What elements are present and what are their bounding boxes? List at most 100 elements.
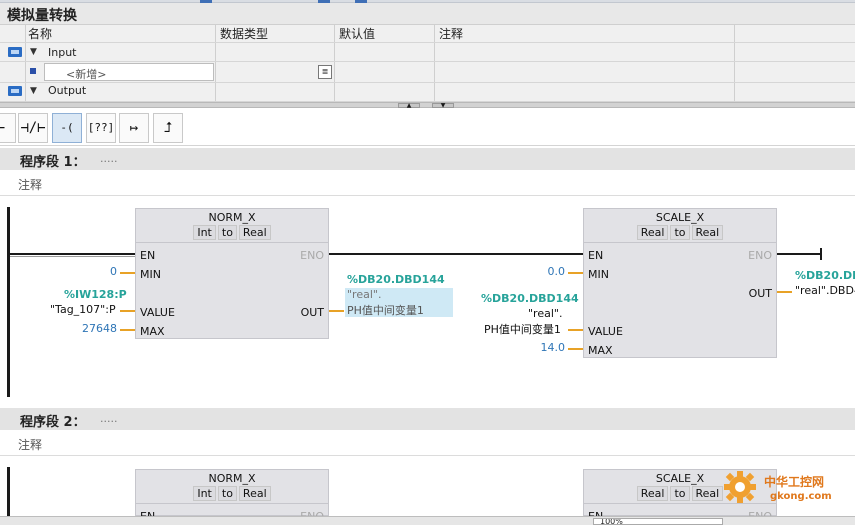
pin-stub bbox=[120, 272, 135, 274]
scale-x-pin-en: EN bbox=[588, 249, 604, 262]
norm-x-out-operand[interactable]: "real". PH值中间变量1 bbox=[345, 288, 453, 317]
scale-x-out-address[interactable]: %DB20.DB bbox=[795, 269, 855, 282]
norm-x-value-tag[interactable]: "Tag_107":P bbox=[50, 303, 116, 316]
norm-x-type-row: Int to Real bbox=[136, 225, 328, 240]
network-2-comment-text: 注释 bbox=[18, 438, 43, 452]
scale-x-title: SCALE_X bbox=[655, 211, 705, 224]
collapse-arrow-icon[interactable]: ▼ bbox=[30, 47, 37, 57]
pin-stub bbox=[120, 310, 135, 312]
block-title: 模拟量转换 bbox=[7, 8, 77, 24]
norm-x-2-to: to bbox=[217, 486, 237, 501]
norm-x-out-tag-2: PH值中间变量1 bbox=[347, 304, 424, 317]
pin-stub bbox=[120, 329, 135, 331]
scale-x-value-tag-2[interactable]: PH值中间变量1 bbox=[484, 321, 561, 337]
row-bullet-icon bbox=[30, 68, 36, 74]
col-divider bbox=[25, 25, 26, 102]
collapse-arrow-icon[interactable]: ▼ bbox=[30, 86, 37, 96]
editor-horizontal-scrollbar[interactable] bbox=[0, 516, 855, 525]
network-2-title: 程序段 2： bbox=[20, 415, 86, 430]
norm-x-2-type-to[interactable]: Real bbox=[238, 486, 271, 501]
empty-box-icon[interactable]: [??] bbox=[86, 113, 116, 143]
coil-icon[interactable]: -( )- bbox=[52, 113, 82, 162]
norm-x-2-title: NORM_X bbox=[208, 472, 256, 485]
contact-no-icon[interactable]: ⊢ bbox=[0, 113, 16, 143]
norm-x-max-value[interactable]: 27648 bbox=[55, 322, 117, 335]
col-divider bbox=[215, 25, 216, 102]
norm-x-2-type-row: Int to Real bbox=[136, 486, 328, 501]
norm-x-out-address[interactable]: %DB20.DBD144 bbox=[347, 273, 445, 286]
pin-stub bbox=[777, 291, 792, 293]
scale-x-max-value[interactable]: 14.0 bbox=[520, 341, 566, 354]
scale-x-type-to[interactable]: Real bbox=[691, 225, 724, 240]
scale-x-out-tag[interactable]: "real".DBD4 bbox=[795, 284, 855, 297]
col-header-default[interactable]: 默认值 bbox=[339, 25, 375, 42]
pin-stub bbox=[329, 310, 344, 312]
new-entry-placeholder: <新增> bbox=[66, 68, 107, 81]
row-divider bbox=[0, 61, 855, 62]
rung-wire bbox=[776, 253, 822, 255]
scale-x-box[interactable]: SCALE_X Real to Real EN ENO MIN OUT VALUE … bbox=[583, 208, 777, 358]
power-rail bbox=[7, 467, 10, 516]
scale-x-min-value[interactable]: 0.0 bbox=[520, 265, 566, 278]
network-1-dots: ..... bbox=[100, 152, 118, 165]
norm-x-type-from[interactable]: Int bbox=[193, 225, 216, 240]
scale-x-pin-out: OUT bbox=[748, 287, 772, 300]
gear-logo-icon bbox=[724, 471, 756, 503]
close-branch-icon[interactable]: ⮥ bbox=[153, 113, 183, 143]
rung-wire bbox=[329, 253, 584, 255]
row-divider bbox=[0, 82, 855, 83]
norm-x-pin-en: EN bbox=[140, 249, 156, 262]
col-divider bbox=[334, 25, 335, 102]
watermark: 中华工控网 gkong.com bbox=[722, 465, 855, 513]
norm-x-value-address[interactable]: %IW128:P bbox=[64, 288, 127, 301]
scale-x-separator bbox=[584, 242, 776, 243]
col-header-comment[interactable]: 注释 bbox=[439, 25, 463, 42]
scale-x-2-type-from[interactable]: Real bbox=[636, 486, 669, 501]
scale-x-2-type-to[interactable]: Real bbox=[691, 486, 724, 501]
col-divider bbox=[434, 25, 435, 102]
interface-row-input[interactable]: Input bbox=[48, 46, 76, 59]
scale-x-pin-max: MAX bbox=[588, 344, 613, 357]
interface-table: 名称 数据类型 默认值 注释 ▼ Input <新增> ≣ ▼ Output bbox=[0, 25, 855, 102]
scale-x-type-from[interactable]: Real bbox=[636, 225, 669, 240]
zoom-select[interactable]: 100% bbox=[593, 518, 723, 525]
input-section-icon bbox=[8, 47, 22, 57]
col-header-type[interactable]: 数据类型 bbox=[220, 25, 268, 42]
scale-x-value-address[interactable]: %DB20.DBD144 bbox=[481, 292, 579, 305]
watermark-url: gkong.com bbox=[770, 491, 832, 502]
contact-nc-icon[interactable]: ⊣/⊢ bbox=[18, 113, 48, 143]
scale-x-value-tag-1[interactable]: "real". bbox=[528, 307, 562, 320]
col-header-name[interactable]: 名称 bbox=[28, 25, 52, 42]
norm-x-2-type-from[interactable]: Int bbox=[193, 486, 216, 501]
scale-x-2-to: to bbox=[670, 486, 690, 501]
norm-x-min-value[interactable]: 0 bbox=[60, 265, 117, 278]
norm-x-pin-min: MIN bbox=[140, 268, 161, 281]
norm-x-box-2[interactable]: NORM_X InttoReal EN ENO bbox=[135, 469, 329, 523]
scale-x-type-row: Real to Real bbox=[584, 225, 776, 240]
pin-stub bbox=[568, 272, 583, 274]
open-branch-icon[interactable]: ↦ bbox=[119, 113, 149, 143]
network-1-comment-text: 注释 bbox=[18, 178, 43, 192]
network-2-comment[interactable]: 注释 bbox=[0, 431, 855, 456]
norm-x-box[interactable]: NORM_X Int to Real EN ENO MIN VALUE OUT MA… bbox=[135, 208, 329, 339]
datatype-picker-icon[interactable]: ≣ bbox=[318, 65, 332, 79]
network-1-header[interactable]: 程序段 1： ..... bbox=[0, 148, 855, 170]
rung-end-mark bbox=[820, 248, 822, 260]
norm-x-type-to[interactable]: Real bbox=[238, 225, 271, 240]
watermark-text: 中华工控网 bbox=[764, 475, 825, 489]
ladder-toolbar: ⊢ ⊣/⊢ -( )- [??] ↦ ⮥ bbox=[0, 108, 855, 162]
norm-x-pin-value: VALUE bbox=[140, 306, 175, 319]
scale-x-pin-value: VALUE bbox=[588, 325, 623, 338]
norm-x-to: to bbox=[217, 225, 237, 240]
network-1-comment[interactable]: 注释 bbox=[0, 171, 855, 196]
network-1-title: 程序段 1： bbox=[20, 155, 86, 170]
block-title-bar: 模拟量转换 bbox=[0, 3, 855, 25]
scale-x-pin-min: MIN bbox=[588, 268, 609, 281]
network-2-header[interactable]: 程序段 2： ..... bbox=[0, 408, 855, 430]
norm-x-separator bbox=[136, 242, 328, 243]
col-divider bbox=[734, 25, 735, 102]
interface-row-output[interactable]: Output bbox=[48, 84, 86, 97]
norm-x-out-tag-1: "real". bbox=[347, 288, 382, 301]
power-rail bbox=[7, 207, 10, 397]
pin-stub bbox=[568, 329, 583, 331]
